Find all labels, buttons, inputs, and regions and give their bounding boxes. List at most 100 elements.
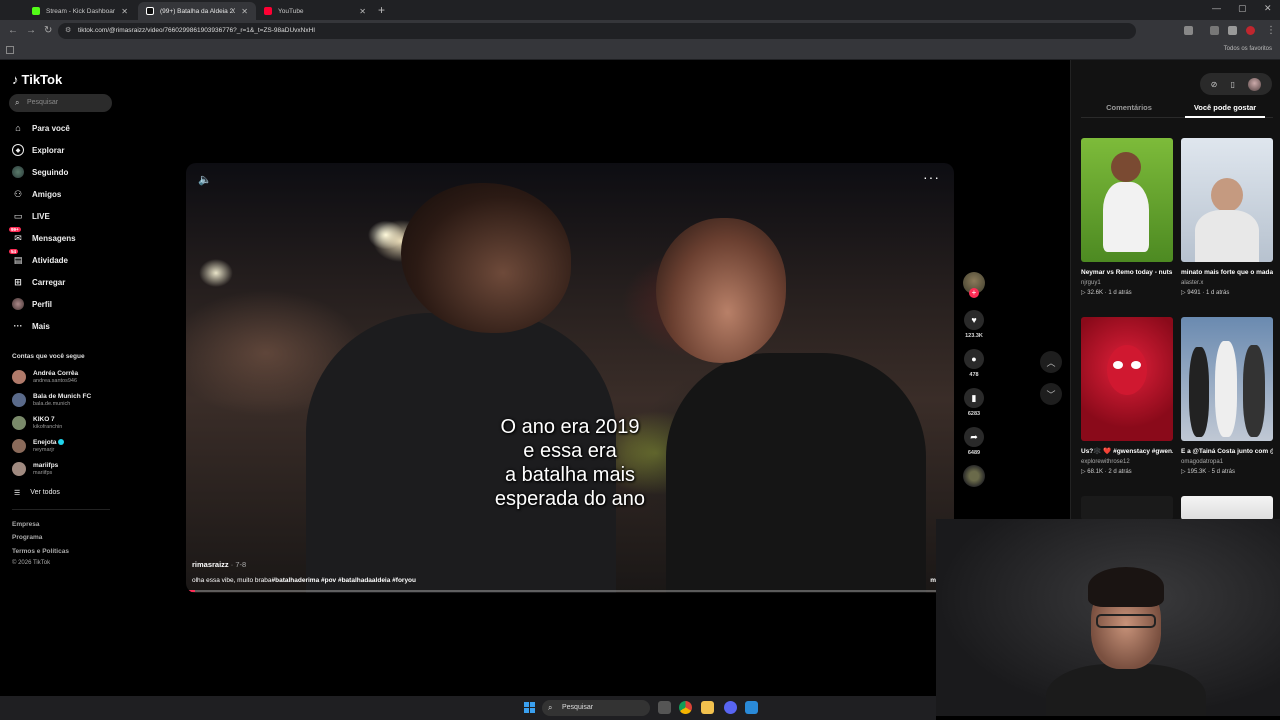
share-count: 6489 — [967, 450, 981, 456]
taskbar-search-placeholder: Pesquisar — [562, 704, 594, 711]
footer-link-company[interactable]: Empresa — [12, 521, 39, 528]
nav-upload[interactable]: ⊞ Carregar — [12, 274, 65, 290]
creator-avatar-button[interactable]: + — [962, 272, 986, 298]
url-input[interactable]: ⚙ tiktok.com/@rimasraizz/video/766029986… — [58, 23, 1136, 39]
video-thumbnail — [1081, 317, 1173, 441]
menu-icon[interactable]: ⋮ — [1266, 25, 1276, 36]
music-disc-button[interactable] — [962, 465, 986, 487]
recommended-video[interactable]: Us?🕸️ ❤️ #gwenstacy #gwen... explorewith… — [1081, 317, 1173, 477]
comment-button[interactable]: ● 478 — [962, 349, 986, 378]
task-view-icon[interactable] — [658, 701, 671, 714]
more-options-icon[interactable]: ··· — [923, 169, 940, 185]
messages-badge: 99+ — [9, 227, 21, 232]
close-tab-icon[interactable]: ✕ — [241, 7, 248, 16]
followed-account[interactable]: mariifps mariifps — [12, 459, 58, 479]
heart-icon: ♥ — [964, 310, 984, 330]
live-icon: ▭ — [13, 210, 23, 221]
extension-icon[interactable] — [1228, 26, 1237, 35]
chrome-icon[interactable] — [679, 701, 692, 714]
device-icon[interactable]: ▯ — [1231, 80, 1235, 89]
share-button[interactable]: ➦ 6489 — [962, 427, 986, 456]
recommended-video[interactable]: minato mais forte que o madara? #loudcor… — [1181, 138, 1273, 298]
tab-comments[interactable]: Comentários — [1081, 100, 1177, 117]
music-disc-icon — [963, 465, 985, 487]
activity-badge: 54 — [9, 249, 19, 254]
taskbar: ⌕ Pesquisar — [0, 696, 936, 720]
video-meta: ▷ 195.3K · 5 d atrás — [1181, 469, 1236, 475]
download-icon[interactable] — [1210, 26, 1219, 35]
tiktok-logo[interactable]: ♪ TikTok — [12, 72, 62, 87]
follow-plus-icon[interactable]: + — [969, 288, 979, 298]
video-author[interactable]: rimasraizz · 7-8 — [192, 560, 246, 569]
close-window-icon[interactable]: ✕ — [1264, 3, 1272, 14]
nav-following[interactable]: Seguindo — [12, 164, 68, 180]
video-progress-bar[interactable] — [188, 590, 936, 592]
recommended-video[interactable] — [1181, 496, 1273, 520]
hashtags[interactable]: #batalhaderima #pov #batalhadaaldeia #fo… — [272, 577, 417, 584]
volume-icon[interactable]: 🔈 — [198, 173, 212, 186]
nav-friends[interactable]: ⚇ Amigos — [12, 186, 61, 202]
post-date: · 7-8 — [228, 560, 247, 569]
nav-explore[interactable]: ◆ Explorar — [12, 142, 64, 158]
followed-account[interactable]: Bala de Munich FC bala.de.munich — [12, 390, 91, 410]
nav-for-you[interactable]: ⌂ Para você — [12, 120, 70, 136]
new-tab-button[interactable]: + — [378, 3, 385, 17]
profile-icon[interactable] — [1246, 26, 1255, 35]
webcam-overlay — [936, 519, 1280, 716]
tab-you-may-like[interactable]: Você pode gostar — [1177, 100, 1273, 118]
apps-icon[interactable] — [6, 46, 14, 54]
app-icon[interactable] — [745, 701, 758, 714]
back-icon[interactable]: ← — [8, 25, 18, 36]
video-user: alaster.x — [1181, 280, 1204, 286]
user-avatar[interactable] — [1248, 77, 1262, 91]
video-player[interactable]: 🔈 ··· O ano era 2019 e essa era a batalh… — [186, 163, 954, 593]
recommended-video[interactable]: Neymar vs Remo today - nuts (Lil Peep) |… — [1081, 138, 1173, 298]
save-button[interactable]: ▮ 6283 — [962, 388, 986, 417]
coin-icon[interactable]: ⊘ — [1211, 80, 1218, 89]
search-placeholder: Pesquisar — [27, 99, 59, 106]
all-bookmarks-link[interactable]: Todos os favoritos — [1224, 46, 1272, 52]
browser-tab[interactable]: YouTube ✕ — [256, 2, 374, 20]
caption-line: a batalha mais — [504, 464, 636, 486]
site-info-icon[interactable]: ⚙ — [65, 23, 71, 39]
recommended-video[interactable]: E a @Tainá Costa junto com @Coringa vier… — [1181, 317, 1273, 477]
close-tab-icon[interactable]: ✕ — [359, 7, 366, 16]
like-button[interactable]: ♥ 123.3K — [962, 310, 986, 339]
nav-messages[interactable]: ✉ 99+ Mensagens — [9, 227, 76, 246]
browser-tab[interactable]: (99+) Batalha da Aldeia 2019: n... ✕ — [138, 2, 256, 20]
extension-icon[interactable] — [1184, 26, 1193, 35]
browser-tab[interactable]: Stream - Kick Dashboard ✕ — [24, 2, 136, 20]
close-tab-icon[interactable]: ✕ — [121, 7, 128, 16]
followed-account[interactable]: Enejota neymarjr — [12, 436, 65, 456]
minimize-icon[interactable]: — — [1212, 3, 1221, 13]
nav-label: Explorar — [32, 145, 65, 155]
nav-more[interactable]: ··· Mais — [12, 318, 50, 334]
following-accounts-title: Contas que você segue — [12, 353, 85, 360]
recommended-video[interactable] — [1081, 496, 1173, 520]
kick-favicon-icon — [32, 7, 40, 15]
reload-icon[interactable]: ↻ — [44, 25, 52, 36]
maximize-icon[interactable]: ▢ — [1238, 3, 1247, 14]
footer-link-program[interactable]: Programa — [12, 534, 42, 541]
nav-profile[interactable]: Perfil — [12, 296, 52, 312]
nav-activity[interactable]: ▤ 54 Atividade — [9, 249, 68, 268]
account-handle: neymarjr — [33, 446, 55, 453]
search-input[interactable]: ⌕ Pesquisar — [9, 94, 112, 112]
chevron-down-icon: ﹀ — [1046, 389, 1056, 400]
windows-start-icon[interactable] — [524, 702, 535, 713]
video-thumbnail — [1181, 317, 1273, 441]
followed-account[interactable]: KIKO 7 kikofranchin — [12, 413, 62, 433]
followed-account[interactable]: Andréa Corrêa andrea.santos946 — [12, 367, 78, 387]
next-video-button[interactable]: ﹀ — [1040, 383, 1062, 405]
taskbar-search[interactable]: ⌕ Pesquisar — [542, 700, 650, 716]
see-all-link[interactable]: ☰ Ver todos — [14, 489, 60, 497]
discord-icon[interactable] — [724, 701, 737, 714]
file-explorer-icon[interactable] — [701, 701, 714, 714]
footer-link-terms[interactable]: Termos e Políticas — [12, 548, 69, 555]
avatar — [12, 439, 26, 453]
like-count: 123.3K — [965, 333, 983, 339]
forward-icon[interactable]: → — [26, 25, 36, 36]
nav-live[interactable]: ▭ LIVE — [12, 208, 50, 224]
avatar: + — [963, 272, 985, 298]
previous-video-button[interactable]: ︿ — [1040, 351, 1062, 373]
